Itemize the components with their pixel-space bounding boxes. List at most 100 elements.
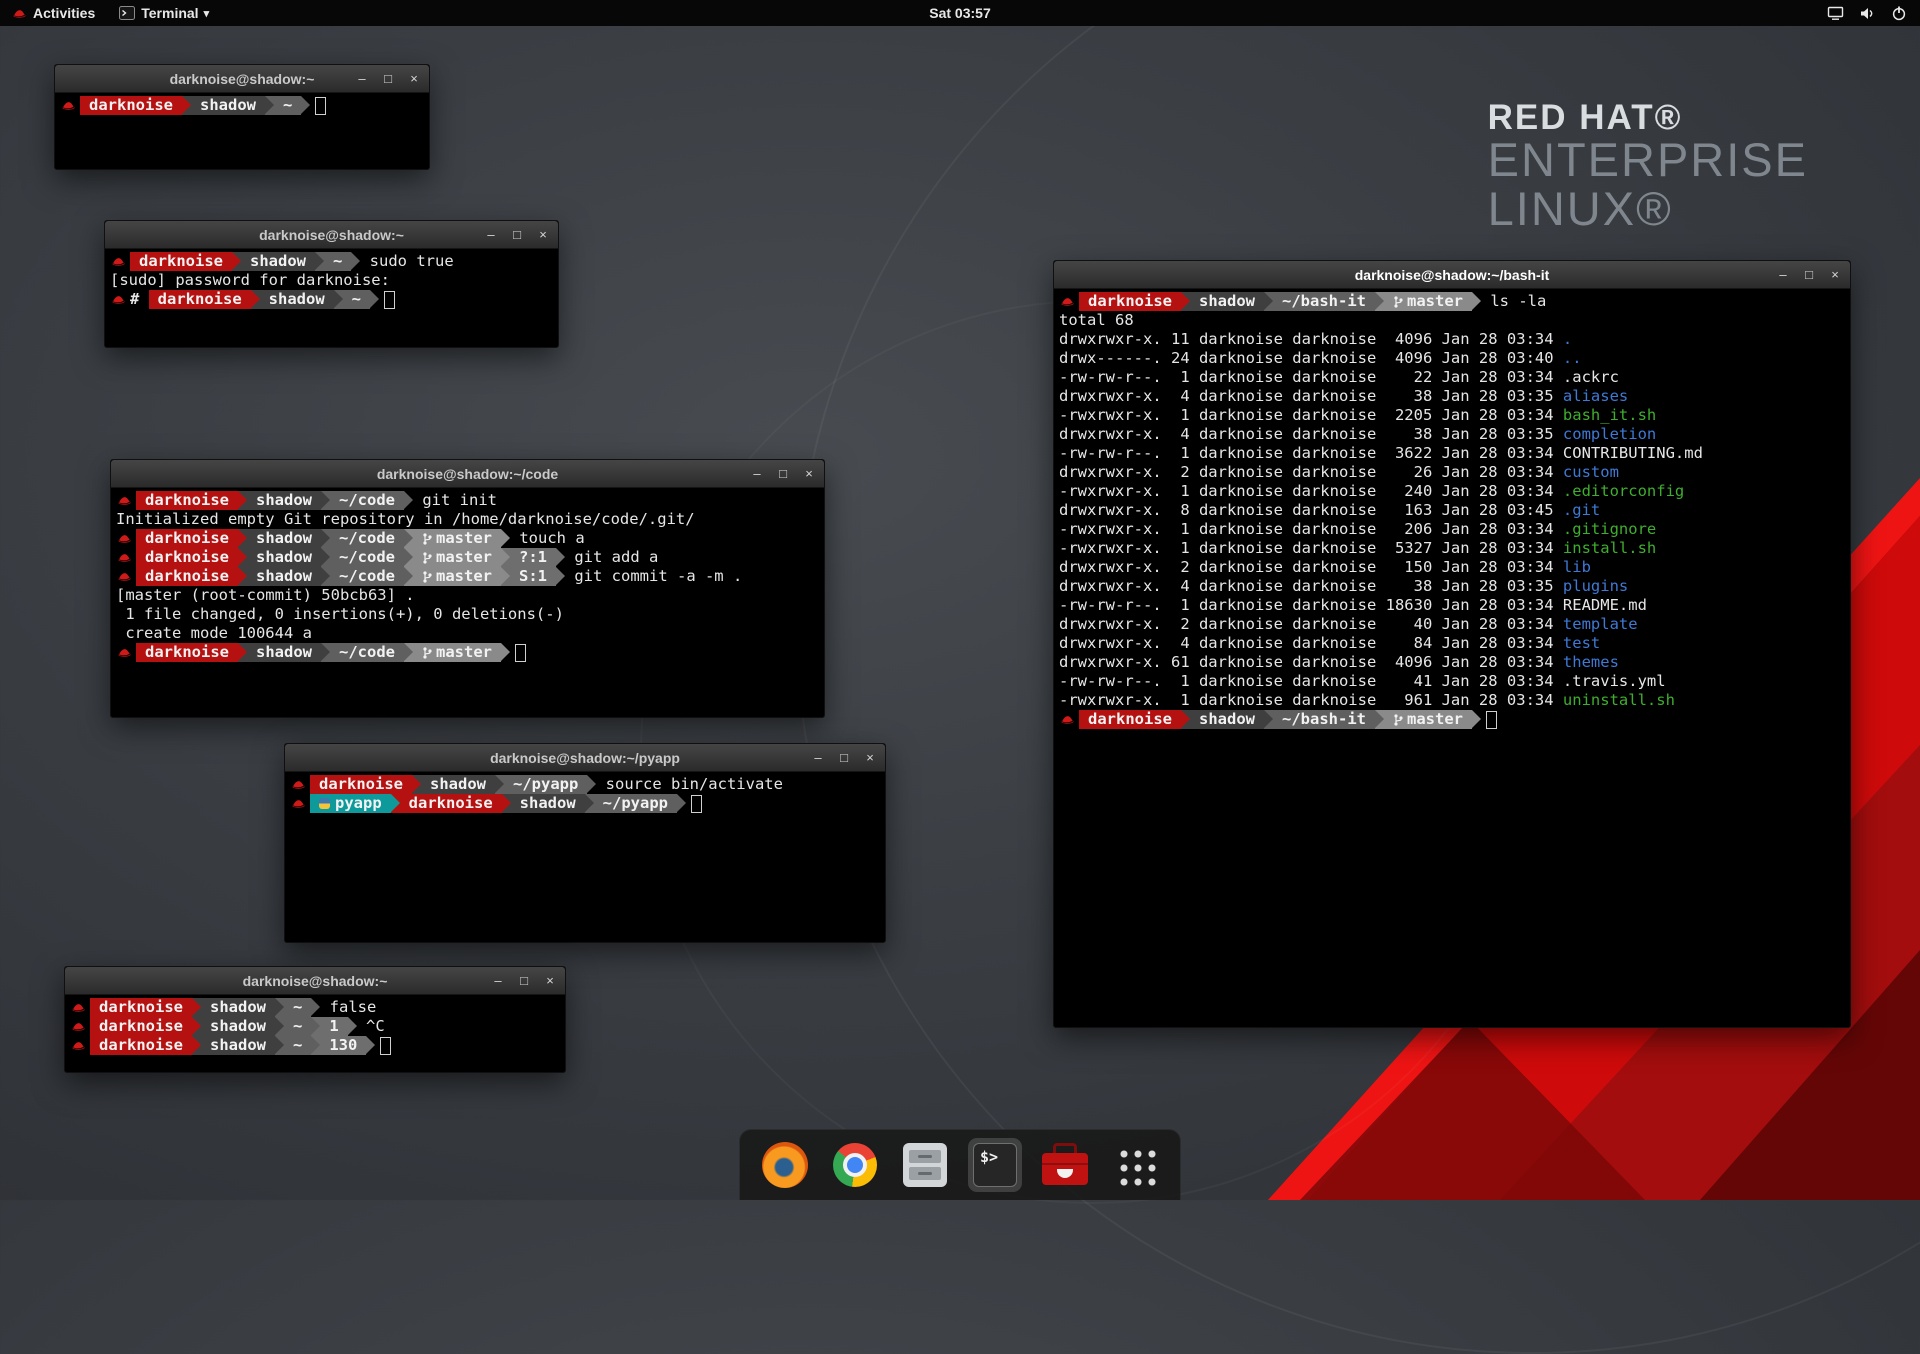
terminal-window-home-1[interactable]: darknoise@shadow:~ – □ × darknoiseshadow… <box>54 64 430 170</box>
prompt-segment: ~/pyapp <box>594 794 677 813</box>
terminal-text: drwxrwxr-x. 4 darknoise darknoise 38 Jan… <box>1059 425 1563 444</box>
terminal-line: -rwxrwxr-x. 1 darknoise darknoise 5327 J… <box>1059 539 1845 558</box>
prompt-segment: darknoise <box>136 643 238 662</box>
powerline-separator <box>275 1017 284 1036</box>
close-button[interactable]: × <box>536 228 550 241</box>
app-menu-terminal[interactable]: Terminal ▾ <box>107 0 221 26</box>
minimize-button[interactable]: – <box>1776 268 1790 281</box>
prompt-segment: ~ <box>284 1017 311 1036</box>
prompt-segment: shadow <box>421 775 495 794</box>
terminal-line: -rw-rw-r--. 1 darknoise darknoise 22 Jan… <box>1059 368 1845 387</box>
volume-icon[interactable] <box>1854 0 1880 26</box>
titlebar[interactable]: darknoise@shadow:~/pyapp – □ × <box>285 744 885 772</box>
prompt-segment: shadow <box>247 548 321 567</box>
maximize-button[interactable]: □ <box>776 467 790 480</box>
powerline-separator <box>192 998 201 1017</box>
display-icon[interactable] <box>1822 0 1848 26</box>
close-button[interactable]: × <box>407 72 421 85</box>
dock-item-chrome[interactable] <box>828 1138 882 1192</box>
maximize-button[interactable]: □ <box>1802 268 1816 281</box>
redhat-prompt-icon <box>117 533 132 544</box>
prompt-segment: ~/code <box>330 529 404 548</box>
prompt-segment: darknoise <box>136 567 238 586</box>
activities-button[interactable]: Activities <box>0 0 107 26</box>
terminal-line: -rw-rw-r--. 1 darknoise darknoise 3622 J… <box>1059 444 1845 463</box>
minimize-button[interactable]: – <box>811 751 825 764</box>
dock-item-firefox[interactable] <box>758 1138 812 1192</box>
terminal-line: total 68 <box>1059 311 1845 330</box>
close-button[interactable]: × <box>543 974 557 987</box>
minimize-button[interactable]: – <box>750 467 764 480</box>
powerline-separator <box>1472 292 1481 311</box>
prompt-segment: ~ <box>274 96 301 115</box>
terminal-cursor <box>691 795 702 813</box>
powerline-separator <box>238 567 247 586</box>
prompt-segment: ~/bash-it <box>1273 292 1375 311</box>
powerline-separator <box>1264 710 1273 729</box>
titlebar[interactable]: darknoise@shadow:~/bash-it – □ × <box>1054 261 1850 289</box>
prompt-segment: shadow <box>247 529 321 548</box>
powerline-separator <box>501 548 510 567</box>
prompt-segment: darknoise <box>80 96 182 115</box>
terminal-content[interactable]: darknoiseshadow~/pyapp source bin/activa… <box>286 772 884 941</box>
maximize-button[interactable]: □ <box>510 228 524 241</box>
powerline-separator <box>501 643 510 662</box>
terminal-text: git add a <box>565 548 658 567</box>
maximize-button[interactable]: □ <box>381 72 395 85</box>
prompt-segment: shadow <box>201 1036 275 1055</box>
powerline-separator <box>502 794 511 813</box>
terminal-window-sudo[interactable]: darknoise@shadow:~ – □ × darknoiseshadow… <box>104 220 559 348</box>
powerline-separator <box>501 529 510 548</box>
terminal-line: drwxrwxr-x. 2 darknoise darknoise 26 Jan… <box>1059 463 1845 482</box>
dock-item-app-grid[interactable] <box>1108 1138 1162 1192</box>
terminal-line: darknoiseshadow~ <box>60 96 424 115</box>
maximize-button[interactable]: □ <box>837 751 851 764</box>
terminal-icon <box>119 6 135 20</box>
terminal-text: touch a <box>510 529 585 548</box>
terminal-window-pyapp[interactable]: darknoise@shadow:~/pyapp – □ × darknoise… <box>284 743 886 943</box>
terminal-line: darknoiseshadow~/codemaster <box>116 643 819 662</box>
titlebar[interactable]: darknoise@shadow:~/code – □ × <box>111 460 824 488</box>
terminal-window-home-2[interactable]: darknoise@shadow:~ – □ × darknoiseshadow… <box>64 966 566 1073</box>
minimize-button[interactable]: – <box>484 228 498 241</box>
minimize-button[interactable]: – <box>491 974 505 987</box>
redhat-prompt-icon <box>111 294 126 305</box>
redhat-prompt-icon <box>291 798 306 809</box>
terminal-window-code[interactable]: darknoise@shadow:~/code – □ × darknoises… <box>110 459 825 718</box>
terminal-text: false <box>320 998 376 1017</box>
maximize-button[interactable]: □ <box>517 974 531 987</box>
terminal-cursor <box>380 1037 391 1055</box>
terminal-text: -rwxrwxr-x. 1 darknoise darknoise 2205 J… <box>1059 406 1563 425</box>
terminal-content[interactable]: darknoiseshadow~/bash-itmaster ls -latot… <box>1055 289 1849 1026</box>
terminal-line: drwxrwxr-x. 4 darknoise darknoise 84 Jan… <box>1059 634 1845 653</box>
terminal-text: completion <box>1563 425 1656 444</box>
terminal-text: . <box>1563 330 1572 349</box>
terminal-text: [master (root-commit) 50bcb63] . <box>116 586 415 605</box>
titlebar[interactable]: darknoise@shadow:~ – □ × <box>105 221 558 249</box>
terminal-line: -rw-rw-r--. 1 darknoise darknoise 41 Jan… <box>1059 672 1845 691</box>
powerline-separator <box>370 290 379 309</box>
terminal-content[interactable]: darknoiseshadow~ falsedarknoiseshadow~1 … <box>66 995 564 1071</box>
terminal-text: -rwxrwxr-x. 1 darknoise darknoise 5327 J… <box>1059 539 1563 558</box>
minimize-button[interactable]: – <box>355 72 369 85</box>
terminal-content[interactable]: darknoiseshadow~/code git initInitialize… <box>112 488 823 716</box>
close-button[interactable]: × <box>863 751 877 764</box>
dock-item-terminal[interactable]: $> <box>968 1138 1022 1192</box>
terminal-text: drwxrwxr-x. 2 darknoise darknoise 26 Jan… <box>1059 463 1563 482</box>
dock-item-files[interactable] <box>898 1138 952 1192</box>
terminal-content[interactable]: darknoiseshadow~ <box>56 93 428 168</box>
powerline-separator <box>587 775 596 794</box>
prompt-segment: shadow <box>1190 292 1264 311</box>
clock[interactable]: Sat 03:57 <box>929 5 990 21</box>
titlebar[interactable]: darknoise@shadow:~ – □ × <box>55 65 429 93</box>
dock-item-redhat-toolbox[interactable] <box>1038 1138 1092 1192</box>
titlebar[interactable]: darknoise@shadow:~ – □ × <box>65 967 565 995</box>
power-icon[interactable] <box>1886 0 1912 26</box>
terminal-content[interactable]: darknoiseshadow~ sudo true[sudo] passwor… <box>106 249 557 346</box>
terminal-line: drwxrwxr-x. 61 darknoise darknoise 4096 … <box>1059 653 1845 672</box>
powerline-separator <box>391 794 400 813</box>
close-button[interactable]: × <box>802 467 816 480</box>
terminal-line: [sudo] password for darknoise: <box>110 271 553 290</box>
close-button[interactable]: × <box>1828 268 1842 281</box>
terminal-window-bash-it[interactable]: darknoise@shadow:~/bash-it – □ × darknoi… <box>1053 260 1851 1028</box>
